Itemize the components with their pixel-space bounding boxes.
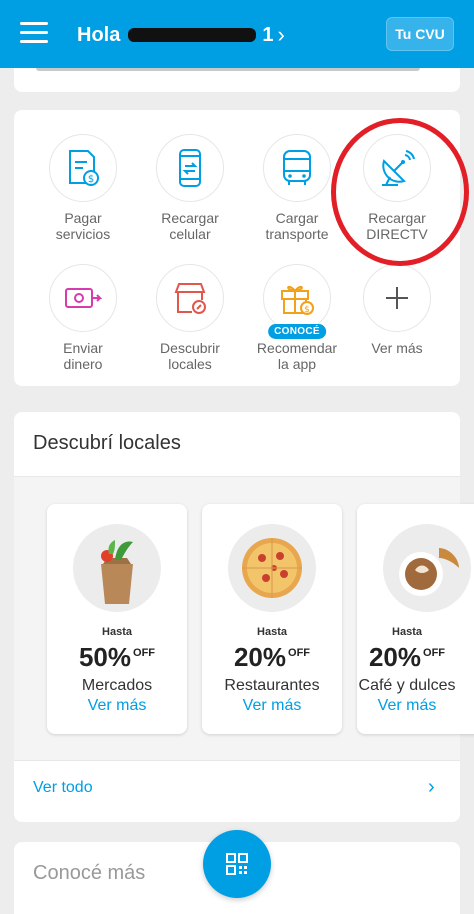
promo-ver-mas-link[interactable]: Ver más xyxy=(337,697,474,715)
service-label: Ver más xyxy=(371,340,423,356)
service-pagar-servicios[interactable]: $ Pagar servicios xyxy=(28,134,138,242)
grocery-bag-image xyxy=(73,524,161,612)
svg-text:$: $ xyxy=(304,305,310,315)
promo-percent: 20% OFF xyxy=(233,642,311,672)
promo-category: Mercados xyxy=(81,677,153,694)
ver-todo-link[interactable]: Ver todo xyxy=(33,779,93,797)
plus-icon xyxy=(363,264,431,332)
promo-card-restaurantes[interactable]: Hasta 20% OFF Restaurantes Ver más xyxy=(202,504,342,734)
conoce-badge: CONOCÉ xyxy=(268,324,326,339)
service-recargar-celular[interactable]: Recargar celular xyxy=(135,134,245,242)
service-label: Pagar servicios xyxy=(55,210,111,242)
highlight-circle-annotation xyxy=(331,118,469,266)
chevron-right-icon: › xyxy=(277,22,285,47)
promo-ver-mas-link[interactable]: Ver más xyxy=(47,697,187,715)
promo-category: Café y dulces xyxy=(358,677,456,694)
cvu-button[interactable]: Tu CVU xyxy=(386,17,454,51)
service-label: Descubrir locales xyxy=(160,340,220,372)
promo-hasta: Hasta xyxy=(257,626,287,638)
bill-icon: $ xyxy=(49,134,117,202)
pizza-image xyxy=(228,524,316,612)
section-title: Conocé más xyxy=(33,862,146,884)
promo-hasta: Hasta xyxy=(102,626,132,638)
send-money-icon xyxy=(49,264,117,332)
divider xyxy=(14,760,460,761)
promo-card-mercados[interactable]: Hasta 50% OFF Mercados Ver más xyxy=(47,504,187,734)
promo-percent: 20% OFF xyxy=(368,642,446,672)
bus-icon xyxy=(263,134,331,202)
balance-card-bottom xyxy=(14,68,460,92)
app-header: Hola 1 › Tu CVU xyxy=(0,0,474,68)
promo-percent: 50% OFF xyxy=(78,642,156,672)
qr-scan-button[interactable] xyxy=(203,830,271,898)
section-title: Descubrí locales xyxy=(33,432,181,454)
greeting-account-link[interactable]: Hola 1 › xyxy=(77,22,285,48)
service-enviar-dinero[interactable]: Enviar dinero xyxy=(28,264,138,372)
service-ver-mas[interactable]: Ver más xyxy=(342,264,452,356)
service-label: Recomendar la app xyxy=(256,340,338,372)
chevron-right-icon[interactable]: › xyxy=(428,776,435,799)
service-label: Recargar celular xyxy=(161,210,219,242)
redacted-suffix: 1 xyxy=(262,23,274,46)
qr-code-icon xyxy=(226,853,248,875)
promo-ver-mas-link[interactable]: Ver más xyxy=(202,697,342,715)
gift-icon: $ CONOCÉ xyxy=(263,264,331,339)
service-descubrir-locales[interactable]: Descubrir locales xyxy=(135,264,245,372)
hamburger-menu-icon[interactable] xyxy=(20,22,48,44)
promo-hasta: Hasta xyxy=(392,626,422,638)
svg-text:$: $ xyxy=(88,174,94,185)
promo-card-cafe[interactable]: Hasta 20% OFF Café y dulces Ver más xyxy=(357,504,474,734)
service-recomendar-app[interactable]: $ CONOCÉ Recomendar la app xyxy=(242,264,352,372)
redacted-username xyxy=(128,28,257,42)
store-icon xyxy=(156,264,224,332)
phone-recharge-icon xyxy=(156,134,224,202)
coffee-croissant-image xyxy=(383,524,471,612)
promo-category: Restaurantes xyxy=(224,677,320,694)
discover-stores-card: Descubrí locales Hasta 50% OFF Mercados V… xyxy=(14,412,474,822)
greeting-label: Hola xyxy=(77,23,121,46)
service-label: Enviar dinero xyxy=(63,340,103,372)
